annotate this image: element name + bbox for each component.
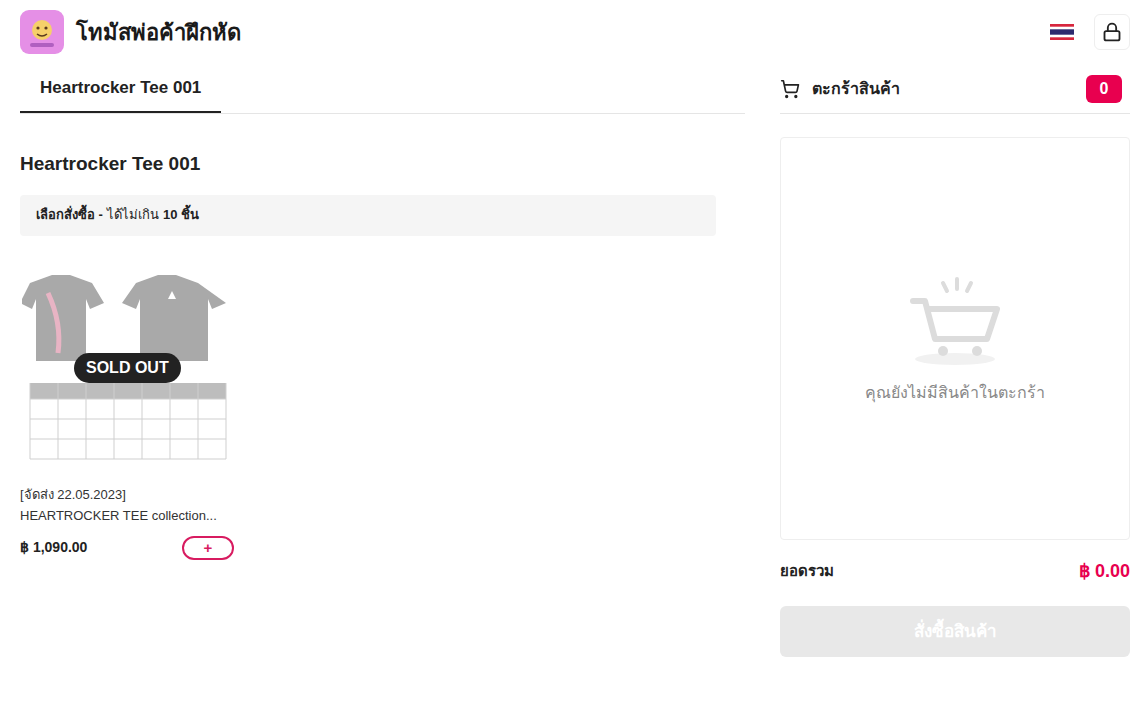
cart-count-badge: 0 xyxy=(1086,75,1122,103)
logo[interactable] xyxy=(20,10,64,54)
cart-total: ยอดรวม ฿ 0.00 xyxy=(780,558,1130,585)
thai-flag-icon[interactable] xyxy=(1050,24,1074,40)
top-bar: โทมัสพ่อค้าฝึกหัด xyxy=(0,0,1143,64)
product-section: Heartrocker Tee 001 Heartrocker Tee 001 เล… xyxy=(20,64,745,657)
total-amount: ฿ 0.00 xyxy=(1079,558,1130,585)
product-grid: SOLD OUT [จัดส่ง 22.05.2023]HEARTROCKER T… xyxy=(20,263,745,560)
checkout-button[interactable]: สั่งซื้อสินค้า xyxy=(780,606,1130,657)
cart-icon xyxy=(780,79,800,99)
add-to-cart-button[interactable]: + xyxy=(182,536,234,560)
cart-items-box: คุณยังไม่มีสินค้าในตะกร้า xyxy=(780,137,1130,540)
order-limit-notice: เลือกสั่งซื้อ -ได้ไม่เกิน10 ชิ้น xyxy=(20,195,716,236)
product-name: HEARTROCKER TEE collection... xyxy=(20,506,234,526)
cart-title: ตะกร้าสินค้า xyxy=(812,77,900,101)
tab-bar: Heartrocker Tee 001 xyxy=(20,64,745,114)
product-price: ฿ 1,090.00 xyxy=(20,537,87,558)
cart-header: ตะกร้าสินค้า 0 xyxy=(780,64,1130,114)
empty-cart-icon xyxy=(907,273,1003,369)
tab[interactable]: Heartrocker Tee 001 xyxy=(20,64,221,113)
section-title: Heartrocker Tee 001 xyxy=(20,150,745,179)
empty-cart-message: คุณยังไม่มีสินค้าในตะกร้า xyxy=(865,381,1045,405)
product-note: [จัดส่ง 22.05.2023] xyxy=(20,485,234,505)
cart-panel: ตะกร้าสินค้า 0 คุณยังไม่มีสินค้าในตะกร้ายอ… xyxy=(780,64,1130,657)
product-card[interactable]: SOLD OUT [จัดส่ง 22.05.2023]HEARTROCKER T… xyxy=(20,263,234,560)
shop-logo-icon xyxy=(20,10,64,54)
lock-icon xyxy=(1102,22,1122,42)
login-button[interactable] xyxy=(1094,14,1130,50)
sold-out-badge: SOLD OUT xyxy=(74,353,181,383)
shop-title: โทมัสพ่อค้าฝึกหัด xyxy=(76,16,241,49)
page: โทมัสพ่อค้าฝึกหัดHeartrocker Tee 001Hear… xyxy=(0,0,1143,705)
total-label: ยอดรวม xyxy=(780,560,834,583)
